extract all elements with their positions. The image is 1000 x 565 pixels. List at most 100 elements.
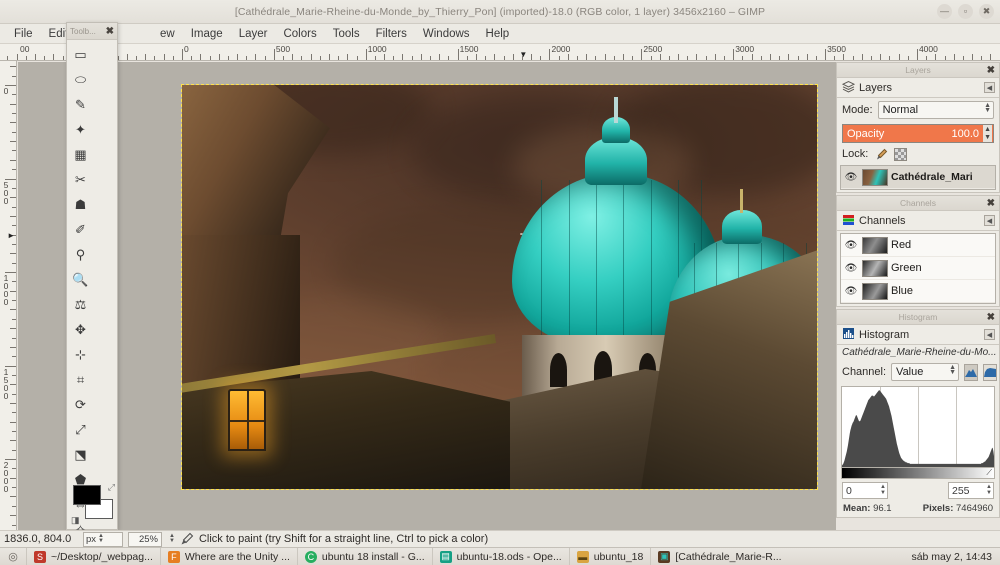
ruler-tick [595,56,597,60]
zoom-input[interactable]: 25% [128,531,162,547]
channel-visibility-icon[interactable]: 👁 [843,240,859,251]
paths-icon[interactable]: ✐ [68,217,93,242]
menu-layer[interactable]: Layer [231,26,276,42]
table-row[interactable]: 👁 Blue [841,280,995,303]
ruler-tick [10,346,16,348]
foreground-color-swatch[interactable] [73,485,101,505]
range-high-spinner-icon[interactable]: ▲ ▼ [986,484,992,496]
ubuntu-icon[interactable]: ◎ [0,550,26,563]
menu-tools[interactable]: Tools [325,26,368,42]
taskbar-item-1[interactable]: F Where are the Unity ... [159,547,297,565]
opacity-spinner-icon[interactable]: ▲ ▼ [983,125,992,142]
minimize-button[interactable]: — [937,4,952,19]
channel-visibility-icon[interactable]: 👁 [843,286,859,297]
window-titlebar: [Cathédrale_Marie-Rheine-du-Monde_by_Thi… [0,0,1000,24]
layer-visibility-icon[interactable]: 👁 [843,172,859,183]
ruler-tick [12,187,16,189]
tab-channels[interactable]: Channels ◀ [837,211,999,231]
ruler-tick [328,54,330,60]
histogram-channel-select[interactable]: Value ▲ ▼ [891,363,960,381]
alpha-lock-icon[interactable] [894,147,908,161]
ruler-tick [889,56,891,60]
ruler-label: 2500 [643,44,663,54]
zoom-spinner-icon[interactable]: ▲ ▼ [169,533,175,544]
color-swatches[interactable]: ⤢ ◨ [71,482,115,526]
range-handle-icon[interactable]: ⟋ [986,468,992,478]
by-color-select-icon[interactable]: ▦ [68,142,93,167]
range-low-input[interactable]: 0 ▲ ▼ [842,482,888,499]
layers-close-icon[interactable]: ✖ [987,65,995,76]
ruler-tick [10,103,16,105]
foreground-select-icon[interactable]: ☗ [68,192,93,217]
taskbar-item-4[interactable]: ▬ ubuntu_18 [568,547,651,565]
channels-menu-icon[interactable]: ◀ [984,215,995,226]
menu-image[interactable]: Image [183,26,231,42]
ruler-tick [200,54,202,60]
histogram-close-icon[interactable]: ✖ [987,312,995,323]
channel-spinner-icon[interactable]: ▲ ▼ [949,364,956,376]
menu-colors[interactable]: Colors [275,26,324,42]
ruler-tick [12,412,16,414]
zoom-icon[interactable]: 🔍 [68,267,93,292]
taskbar-item-3[interactable]: ▤ ubuntu-18.ods - Ope... [431,547,569,565]
histogram-menu-icon[interactable]: ◀ [984,329,995,340]
free-select-icon[interactable]: ✎ [68,92,93,117]
fuzzy-select-icon[interactable]: ✦ [68,117,93,142]
menu-filters[interactable]: Filters [368,26,415,42]
ruler-tick [926,56,928,60]
log-histogram-icon[interactable] [983,363,998,381]
shear-icon[interactable]: ⬔ [68,442,93,467]
default-colors-icon[interactable]: ◨ [71,515,80,526]
layers-list[interactable]: 👁 Cathédrale_Mari [840,165,996,190]
scale-icon[interactable]: ⤢ [68,417,93,442]
task-icon: ▤ [439,550,452,563]
channel-visibility-icon[interactable]: 👁 [843,263,859,274]
menu-view[interactable]: ew [152,26,183,42]
canvas-viewport[interactable] [18,62,836,530]
histogram-range-gradient[interactable]: ⟋ [841,468,995,479]
unit-spinner-icon[interactable]: ▲ ▼ [98,533,104,544]
taskbar-item-0[interactable]: S ~/Desktop/_webpag... [26,547,160,565]
linear-histogram-icon[interactable] [964,363,979,381]
layers-menu-icon[interactable]: ◀ [984,82,995,93]
taskbar-item-5[interactable]: ▣ [Cathédrale_Marie-R... [650,547,788,565]
move-icon[interactable]: ✥ [68,317,93,342]
menu-windows[interactable]: Windows [415,26,478,42]
align-icon[interactable]: ⊹ [68,342,93,367]
brush-icon[interactable] [874,147,888,161]
menu-file[interactable]: File [6,26,41,42]
table-row[interactable]: 👁 Red [841,234,995,257]
table-row[interactable]: 👁 Cathédrale_Mari [841,166,995,189]
color-picker-icon[interactable]: ⚲ [68,242,93,267]
range-low-spinner-icon[interactable]: ▲ ▼ [880,484,886,496]
close-button[interactable]: ✖ [979,4,994,19]
channels-list[interactable]: 👁 Red 👁 Green 👁 Blue [840,233,996,304]
mode-spinner-icon[interactable]: ▲ ▼ [984,102,991,114]
swap-colors-icon[interactable]: ⤢ [108,482,115,493]
unit-select[interactable]: px ▲ ▼ [83,531,123,547]
table-row[interactable]: 👁 Green [841,257,995,280]
zoom-value: 25% [138,533,158,545]
taskbar-item-2[interactable]: C ubuntu 18 install - G... [296,547,432,565]
tab-histogram[interactable]: Histogram ◀ [837,325,999,345]
menu-help[interactable]: Help [478,26,518,42]
rotate-icon[interactable]: ⟳ [68,392,93,417]
toolbox-close-icon[interactable]: ✖ [106,26,114,37]
image-canvas[interactable] [181,84,818,490]
horizontal-ruler[interactable]: 0 500 1000 1500 2000 2500 3000 3500 4000 00 ▼ [0,44,1000,61]
tab-layers[interactable]: Layers ◀ [837,78,999,98]
rect-select-icon[interactable]: ▭ [68,42,93,67]
channels-close-icon[interactable]: ✖ [987,198,995,209]
scissors-select-icon[interactable]: ✂ [68,167,93,192]
opacity-slider[interactable]: Opacity 100.0 ▲ ▼ [842,124,994,143]
ellipse-select-icon[interactable]: ⬭ [68,67,93,92]
mode-select[interactable]: Normal ▲ ▼ [877,101,994,119]
range-high-input[interactable]: 255 ▲ ▼ [948,482,994,499]
measure-icon[interactable]: ⚖ [68,292,93,317]
toolbox-dialog[interactable]: Toolb... ✖ ▭⬭✎✦▦✂☗✐⚲🔍⚖✥⊹⌗⟳⤢⬔⬟⇔✧A🪣▤✏🖌▰✒🖊⎘… [66,22,118,562]
ruler-tick [797,56,799,60]
vertical-ruler[interactable]: 0 500 1000 1500 2000 ► [0,61,17,530]
maximize-button[interactable]: ▫ [958,4,973,19]
ruler-tick [531,54,533,60]
crop-icon[interactable]: ⌗ [68,367,93,392]
